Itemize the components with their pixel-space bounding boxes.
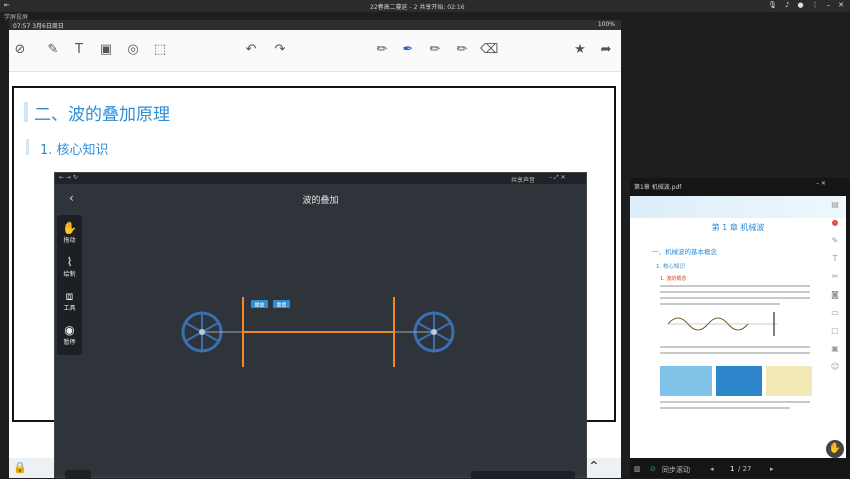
select-tool-icon[interactable]: ⬚ [151, 41, 169, 59]
pdf-panel: 第1章 机械波.pdf – ✕ 第 1 章 机械波 一、机械波的基本概念 1. … [630, 178, 850, 478]
play-button[interactable]: 播放 [251, 300, 268, 309]
pdf-section-heading: 一、机械波的基本概念 [652, 248, 717, 256]
pdf-chapter-title: 第 1 章 机械波 [711, 223, 765, 232]
marker-icon[interactable]: ✏ [426, 41, 444, 59]
user-icon[interactable]: ☺ [829, 362, 841, 374]
pen-tool-icon[interactable]: ✎ [44, 41, 62, 59]
undo-icon[interactable]: ↶ [242, 41, 260, 59]
next-page-icon[interactable]: ▸ [770, 465, 774, 473]
bookmark-icon[interactable]: ● [829, 218, 841, 230]
annotation-toolbar: ⊘ ✎ T ▣ ◎ ⬚ ↶ ↷ ✏ ✒ ✏ ✏ ⌫ ★ ➦ [9, 30, 621, 72]
text-icon[interactable]: T [829, 254, 841, 266]
pdf-text-line [660, 285, 810, 287]
image-tool-icon[interactable]: ▣ [97, 41, 115, 59]
camera-icon[interactable]: ◙ [829, 290, 841, 302]
speaker-icon[interactable]: ♪ [785, 1, 789, 9]
pdf-text-line [660, 291, 810, 293]
close-icon[interactable]: ✕ [838, 1, 844, 9]
crop-icon[interactable]: ✂ [829, 272, 841, 284]
shape-tool-icon[interactable]: ◎ [124, 41, 142, 59]
pdf-window-controls-icon[interactable]: – ✕ [816, 180, 826, 187]
note-icon[interactable]: ▢ [829, 326, 841, 338]
pen-icon[interactable]: ✎ [829, 236, 841, 248]
status-time: 07:57 3月6日周日 [13, 23, 64, 30]
pdf-footer: ▥ ⊙ 同步滚动 ◂ 1 / 27 ▸ [630, 462, 850, 478]
lock-icon[interactable]: 🔒 [13, 461, 27, 474]
reset-button-label: 重置 [276, 302, 286, 309]
left-boundary-bar [242, 297, 244, 367]
current-page[interactable]: 1 [730, 465, 734, 473]
pdf-text-line [660, 407, 790, 409]
play-button-label: 播放 [254, 302, 264, 309]
pdf-photo-ripples [660, 366, 712, 396]
pdf-text-line [660, 297, 810, 299]
stamp-icon[interactable]: ▭ [829, 308, 841, 320]
pdf-photo-ocean [716, 366, 762, 396]
meeting-title: 22春高二蔓延 - 2 共享开始: 02:16 [370, 4, 465, 11]
tablet-status-bar: 07:57 3月6日周日 100% [9, 20, 621, 30]
share-icon[interactable]: ➦ [597, 41, 615, 59]
pdf-text-line [660, 352, 810, 354]
mic-icon[interactable]: 🎙 [768, 1, 777, 9]
pdf-text-line [660, 303, 780, 305]
right-boundary-bar [393, 297, 395, 367]
floating-hand-icon[interactable]: ✋ [826, 440, 844, 458]
pdf-topic-heading: 1. 波的概念 [660, 276, 687, 282]
subsection-heading: 1. 核心知识 [40, 143, 109, 158]
highlighter-icon[interactable]: ✏ [453, 41, 471, 59]
toc-icon[interactable]: ▤ [829, 200, 841, 212]
pdf-wave-figure [667, 312, 778, 336]
record-icon[interactable]: ● [798, 1, 804, 9]
comment-icon[interactable]: ▣ [829, 344, 841, 356]
text-tool-icon[interactable]: T [70, 41, 88, 59]
pdf-text-line [660, 401, 810, 403]
subheading-accent-bar [26, 139, 29, 155]
prev-page-icon[interactable]: ◂ [710, 465, 714, 473]
pdf-photo-diagram [766, 366, 812, 396]
star-icon[interactable]: ★ [571, 41, 589, 59]
pdf-page: 第 1 章 机械波 一、机械波的基本概念 1. 核心知识 1. 波的概念 [630, 196, 846, 458]
pdf-text-line [660, 346, 810, 348]
heading-accent-bar [24, 102, 28, 122]
minimize-icon[interactable]: – [827, 1, 831, 9]
meeting-top-bar: ⇤ 22春高二蔓延 - 2 共享开始: 02:16 🎙 ♪ ● ⋮ – ✕ [0, 0, 850, 12]
meeting-controls: 🎙 ♪ ● ⋮ – ✕ [768, 1, 844, 9]
more-icon[interactable]: ⋮ [812, 1, 819, 9]
section-heading: 二、波的叠加原理 [34, 105, 170, 125]
redo-icon[interactable]: ↷ [271, 41, 289, 59]
pdf-subsection-heading: 1. 核心知识 [656, 264, 685, 270]
simulation-window: ← → ↻ 共享声音 – ⤢ ✕ ‹ 波的叠加 ✋ 拖动 ⌇ 绘制 ⧈ 工具 ◉… [54, 172, 587, 479]
eraser-icon[interactable]: ⌫ [480, 41, 498, 59]
sidebar-toggle-icon[interactable]: ▥ [634, 465, 641, 473]
back-icon[interactable]: ⇤ [4, 1, 10, 9]
pdf-tool-rail: ▤ ● ✎ T ✂ ◙ ▭ ▢ ▣ ☺ [826, 190, 844, 390]
battery-level: 100% [597, 21, 615, 28]
pdf-title-bar: 第1章 机械波.pdf – ✕ [630, 178, 850, 192]
pdf-header-band [630, 196, 846, 218]
check-circle-icon[interactable]: ⊘ [11, 41, 29, 59]
total-pages: / 27 [738, 465, 752, 473]
simulation-canvas: 播放 重置 [181, 297, 455, 367]
reset-button[interactable]: 重置 [273, 300, 290, 309]
sync-toggle-icon[interactable]: ⊙ [650, 465, 656, 473]
sync-scroll-label: 同步滚动 [662, 466, 690, 474]
pencil-icon[interactable]: ✏ [373, 41, 391, 59]
chevron-up-icon[interactable]: ⌃ [588, 459, 600, 475]
pdf-window-title: 第1章 机械波.pdf [634, 184, 682, 191]
fountain-pen-icon[interactable]: ✒ [399, 41, 417, 59]
